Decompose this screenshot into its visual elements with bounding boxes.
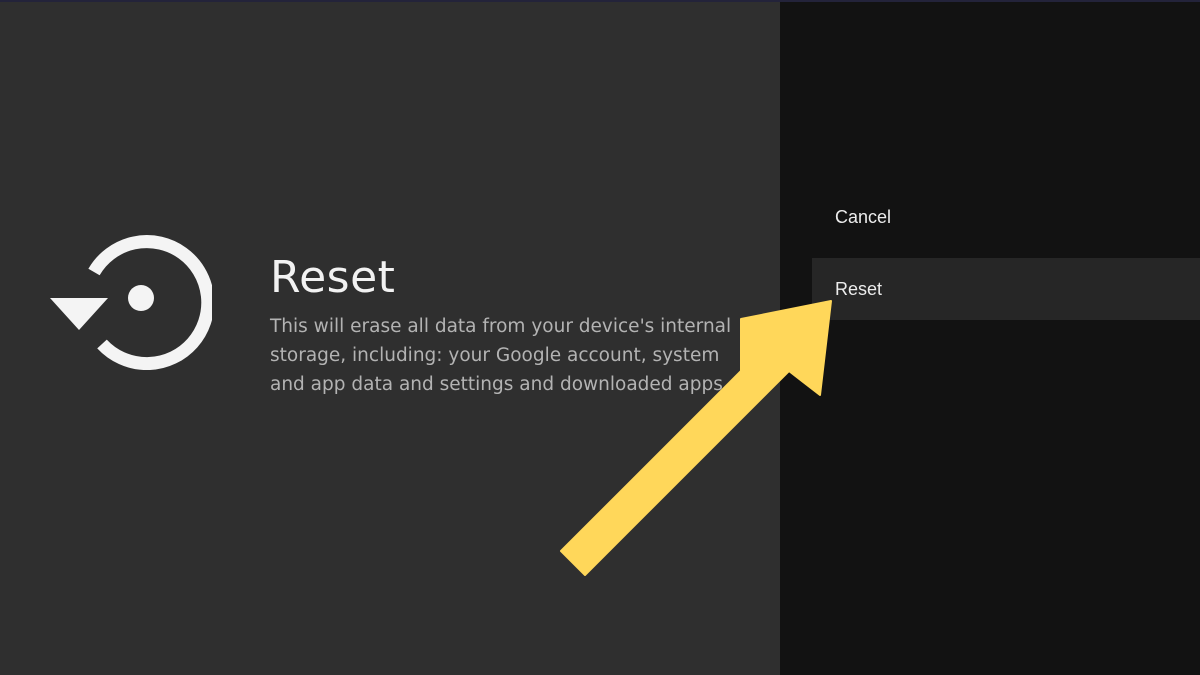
page-title: Reset [270, 252, 396, 303]
reset-description: This will erase all data from your devic… [270, 316, 732, 395]
reset-restore-icon [50, 235, 212, 370]
cancel-button[interactable]: Cancel [812, 186, 1200, 248]
reset-button[interactable]: Reset [812, 258, 1200, 320]
cancel-button-label: Cancel [835, 206, 892, 227]
reset-info-panel: Reset This will erase all data from your… [0, 2, 780, 675]
action-menu: Cancel Reset [780, 2, 1200, 675]
reset-button-label: Reset [835, 278, 883, 299]
factory-reset-screen: Reset This will erase all data from your… [0, 0, 1200, 675]
